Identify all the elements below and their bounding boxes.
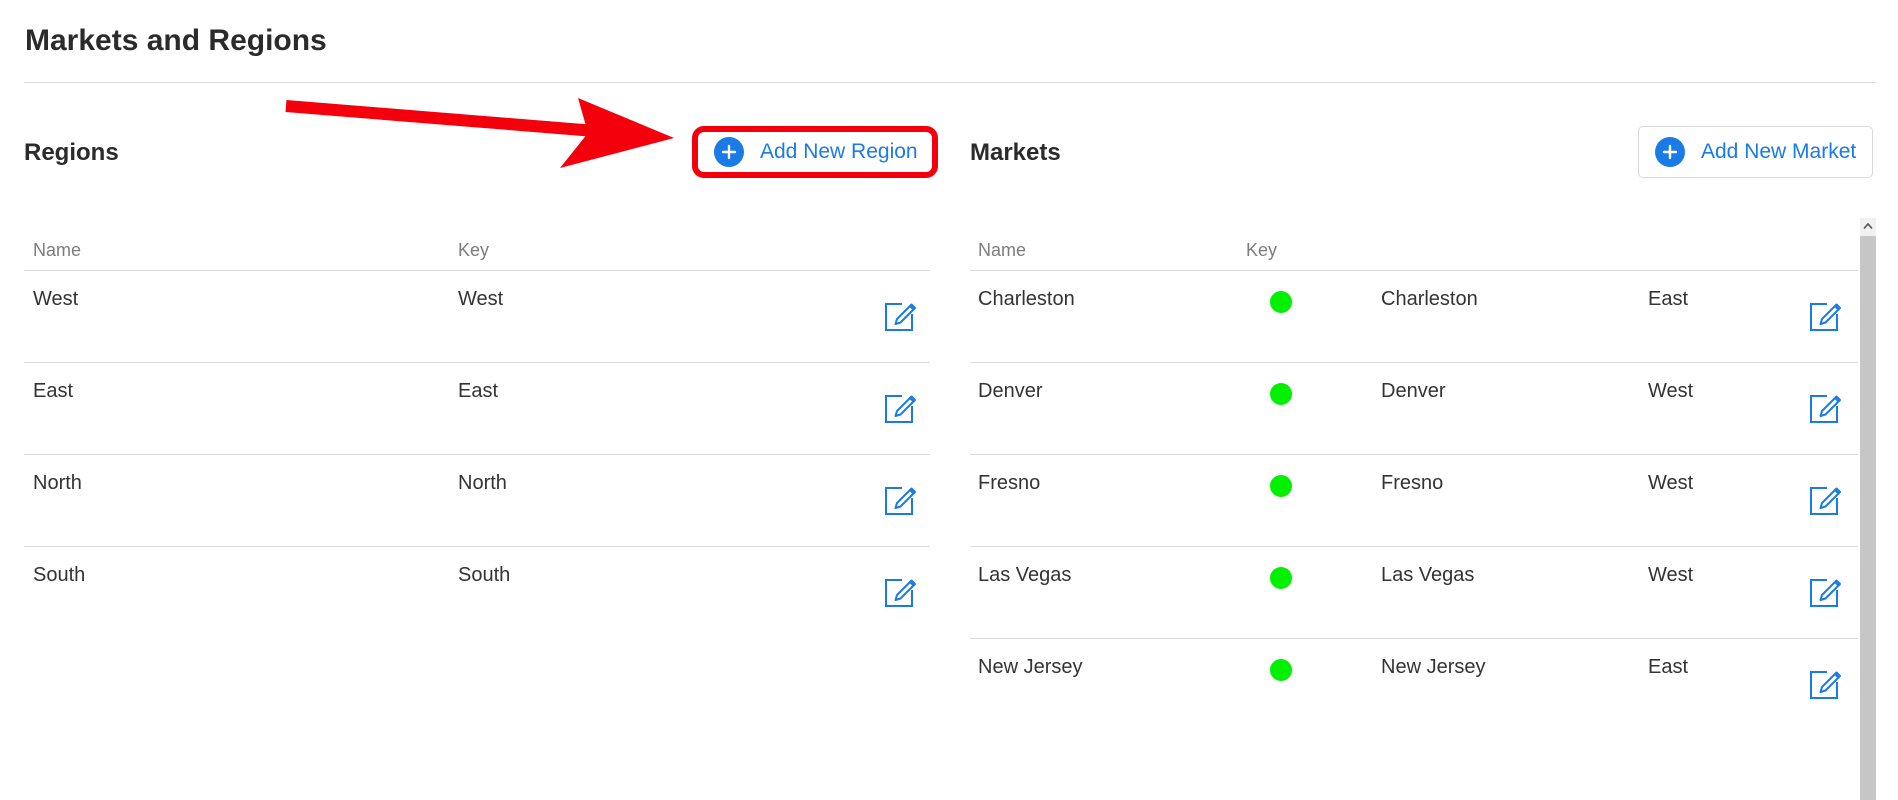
scroll-up-arrow-icon[interactable]: [1860, 218, 1876, 234]
edit-icon[interactable]: [881, 573, 919, 611]
regions-title: Regions: [24, 139, 119, 166]
region-key: East: [458, 380, 499, 402]
market-name: New Jersey: [978, 656, 1083, 678]
markets-table-body: Charleston Charleston East Denver Denver…: [970, 271, 1858, 730]
edit-icon[interactable]: [881, 389, 919, 427]
status-dot-icon: [1270, 475, 1292, 497]
edit-icon[interactable]: [1806, 389, 1844, 427]
market-region: West: [1648, 380, 1694, 402]
table-row: Fresno Fresno West: [970, 455, 1858, 547]
table-row: North North: [24, 455, 930, 547]
status-dot-icon: [1270, 291, 1292, 313]
title-divider: [24, 82, 1876, 83]
edit-icon[interactable]: [881, 297, 919, 335]
markets-title: Markets: [970, 139, 1061, 166]
regions-column-key: Key: [458, 240, 490, 260]
region-key: West: [458, 288, 504, 310]
status-dot-icon: [1270, 567, 1292, 589]
market-region: West: [1648, 564, 1694, 586]
table-row: West West: [24, 271, 930, 363]
region-name: East: [33, 380, 74, 402]
markets-column-key: Key: [1246, 240, 1278, 260]
status-dot-icon: [1270, 383, 1292, 405]
edit-icon[interactable]: [1806, 297, 1844, 335]
status-dot-icon: [1270, 659, 1292, 681]
market-key: Denver: [1381, 380, 1446, 402]
add-new-region-button[interactable]: Add New Region: [692, 126, 938, 178]
market-key: Fresno: [1381, 472, 1444, 494]
region-name: West: [33, 288, 79, 310]
region-key: North: [458, 472, 507, 494]
table-row: Denver Denver West: [970, 363, 1858, 455]
market-name: Denver: [978, 380, 1043, 402]
market-region: East: [1648, 656, 1689, 678]
plus-circle-icon: [1655, 137, 1685, 167]
add-new-market-button[interactable]: Add New Market: [1638, 126, 1873, 178]
page-title: Markets and Regions: [25, 24, 327, 57]
market-key: Charleston: [1381, 288, 1478, 310]
add-new-region-label: Add New Region: [760, 140, 918, 163]
market-key: Las Vegas: [1381, 564, 1475, 586]
plus-circle-icon: [714, 137, 744, 167]
market-key: New Jersey: [1381, 656, 1486, 678]
market-name: Las Vegas: [978, 564, 1072, 586]
regions-column-name: Name: [33, 240, 82, 260]
regions-table-header: Name Key: [24, 230, 930, 271]
table-row: East East: [24, 363, 930, 455]
region-name: North: [33, 472, 82, 494]
markets-table-header: Name Key: [970, 230, 1858, 271]
region-name: South: [33, 564, 86, 586]
markets-column-name: Name: [978, 240, 1027, 260]
edit-icon[interactable]: [1806, 665, 1844, 703]
table-row: South South: [24, 547, 930, 638]
market-name: Charleston: [978, 288, 1075, 310]
edit-icon[interactable]: [1806, 481, 1844, 519]
market-name: Fresno: [978, 472, 1041, 494]
scrollbar-thumb[interactable]: [1860, 236, 1876, 800]
table-row: New Jersey New Jersey East: [970, 639, 1858, 730]
market-region: East: [1648, 288, 1689, 310]
table-row: Charleston Charleston East: [970, 271, 1858, 363]
market-region: West: [1648, 472, 1694, 494]
add-new-market-label: Add New Market: [1701, 140, 1857, 163]
regions-table-body: West West East East North North South So…: [24, 271, 930, 638]
edit-icon[interactable]: [1806, 573, 1844, 611]
table-row: Las Vegas Las Vegas West: [970, 547, 1858, 639]
markets-scrollbar[interactable]: [1860, 218, 1876, 800]
region-key: South: [458, 564, 511, 586]
edit-icon[interactable]: [881, 481, 919, 519]
